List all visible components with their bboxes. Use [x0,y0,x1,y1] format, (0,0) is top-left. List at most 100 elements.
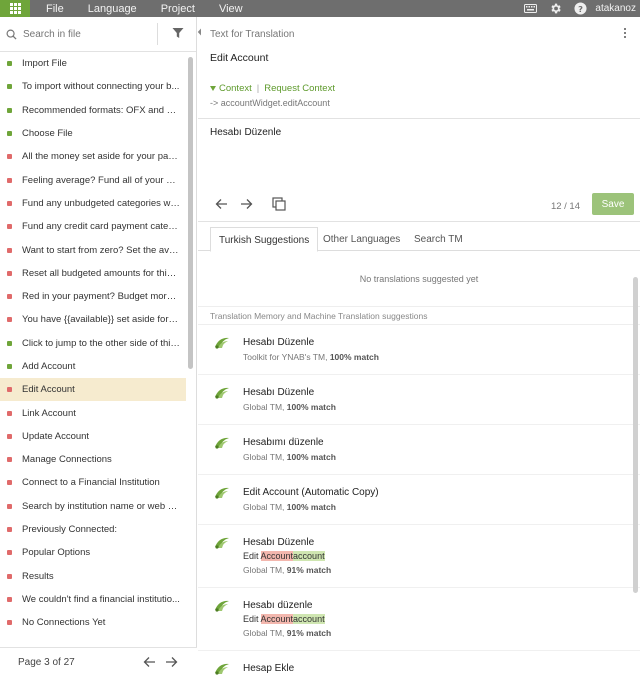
prev-page-icon[interactable] [143,656,156,668]
diff-common: Edit [243,551,261,561]
string-list-item-label: Manage Connections [22,454,112,466]
untranslated-status-icon [7,387,12,393]
string-list-item[interactable]: Want to start from zero? Set the avail..… [0,238,186,261]
string-list-item[interactable]: Previously Connected: [0,518,186,541]
suggestion-text: Hesabı Düzenle [243,537,315,548]
string-list-item[interactable]: Reset all budgeted amounts for this ... [0,262,186,285]
string-list-item-label: Click to jump to the other side of this.… [22,337,180,349]
string-list-item[interactable]: Fund any credit card payment catego... [0,215,186,238]
suggestion-source: Global TM, [243,452,285,462]
help-icon[interactable]: ? [574,2,587,15]
menu-view[interactable]: View [219,3,243,15]
suggestion-meta: Global TM, 100% match [243,448,640,474]
tab-other-languages[interactable]: Other Languages [315,227,408,252]
tm-suggestion[interactable]: Hesabımı düzenle Global TM, 100% match [198,425,640,475]
source-text: Edit Account [210,52,269,64]
strings-scrollbar[interactable] [188,57,193,369]
string-list-item[interactable]: Choose File [0,122,186,145]
string-list-item[interactable]: Feeling average? Fund all of your cat... [0,168,186,191]
string-list-item[interactable]: All the money set aside for your pay... [0,145,186,168]
string-list-item[interactable]: Fund any unbudgeted categories wit... [0,192,186,215]
username[interactable]: atakanoz [595,3,636,14]
request-context-link[interactable]: Request Context [264,83,335,94]
caret-down-icon[interactable] [210,85,216,91]
next-page-icon[interactable] [165,656,178,668]
suggestions-scrollbar[interactable] [633,277,638,593]
string-list-item[interactable]: To import without connecting your b... [0,75,186,98]
suggestion-text: Hesabı Düzenle [243,337,315,348]
previous-string-icon[interactable] [215,198,228,210]
string-list-item[interactable]: Connect your financial institution to... [0,634,186,642]
string-list-item[interactable]: Import File [0,52,186,75]
string-list-item[interactable]: Manage Connections [0,448,186,471]
string-list-item[interactable]: Link Account [0,401,186,424]
translated-status-icon [7,364,12,369]
next-string-icon[interactable] [240,198,253,210]
string-list-item[interactable]: Results [0,565,186,588]
string-list-item-label: Connect to a Financial Institution [22,477,160,489]
menu-language[interactable]: Language [88,3,137,15]
translated-status-icon [7,84,12,90]
string-list-item-label: No Connections Yet [22,617,106,629]
tm-suggestion[interactable]: Hesabı Düzenle Global TM, 100% match [198,375,640,425]
tm-suggestion[interactable]: Hesabı düzenle Edit Accountaccount Global … [198,588,640,651]
menu-bar: File Language Project View [46,3,267,15]
string-list-item-label: Link Account [22,407,76,419]
translation-editor[interactable]: Hesabı Düzenle [198,118,640,186]
string-list-item[interactable]: No Connections Yet [0,611,186,634]
filter-icon[interactable] [172,27,184,39]
translated-status-icon [7,107,12,113]
string-key: -> accountWidget.editAccount [210,98,330,108]
gear-icon[interactable] [549,2,562,15]
menu-project[interactable]: Project [161,3,195,15]
grid-icon[interactable] [0,0,30,17]
suggestion-source: Toolkit for YNAB's TM, [243,352,328,362]
string-list-item[interactable]: Recommended formats: OFX and QF... [0,99,186,122]
string-list-item[interactable]: Update Account [0,425,186,448]
tm-suggestion[interactable]: Hesabı Düzenle Edit Accountaccount Global … [198,525,640,588]
string-list-item-label: Connect your financial institution to... [22,641,180,642]
untranslated-status-icon [7,154,12,160]
tab-search-tm[interactable]: Search TM [406,227,471,252]
context-toggle[interactable]: Context [219,83,252,94]
suggestion-diff: Edit Accountaccount [243,611,640,624]
search-bar [0,17,196,52]
tab-turkish-suggestions[interactable]: Turkish Suggestions [210,227,319,252]
diff-added: account [293,551,325,561]
string-list-item[interactable]: Popular Options [0,541,186,564]
string-list-item[interactable]: Click to jump to the other side of this.… [0,332,186,355]
untranslated-status-icon [7,527,12,533]
divider [157,23,158,45]
menu-file[interactable]: File [46,3,64,15]
suggestion-match: 100% match [286,402,336,412]
string-list-item[interactable]: Search by institution name or web a... [0,495,186,518]
tm-suggestion[interactable]: Hesap EkleEditAdd Account [198,651,640,677]
suggestion-meta: Global TM, 100% match [243,398,640,424]
untranslated-status-icon [7,177,12,183]
string-list-item[interactable]: Connect to a Financial Institution [0,471,186,494]
untranslated-status-icon [7,433,12,439]
save-button[interactable]: Save [592,193,634,215]
string-list-item[interactable]: Edit Account [0,378,186,402]
string-list-item-label: You have {{available}} set aside for p..… [22,314,180,326]
tm-suggestion[interactable]: Edit Account (Automatic Copy) Global TM, … [198,475,640,525]
string-list-item-label: Choose File [22,128,73,140]
more-options-icon[interactable] [624,27,626,39]
untranslated-status-icon [7,200,12,206]
suggestion-match: 100% match [329,352,379,362]
svg-text:?: ? [578,4,583,14]
string-list-item[interactable]: Red in your payment? Budget more (... [0,285,186,308]
untranslated-status-icon [7,224,12,230]
strings-list: Import File To import without connecting … [0,52,186,642]
string-list-item[interactable]: We couldn't find a financial institutio.… [0,588,186,611]
suggestion-source: Global TM, [243,502,285,512]
tm-suggestion[interactable]: Hesabı Düzenle Toolkit for YNAB's TM, 100… [198,325,640,375]
suggestion-text: Hesabımı düzenle [243,437,324,448]
translated-status-icon [7,131,12,137]
copy-source-icon[interactable] [272,197,286,211]
untranslated-status-icon [7,596,12,602]
keyboard-icon[interactable] [524,4,538,13]
string-list-item[interactable]: You have {{available}} set aside for p..… [0,308,186,331]
search-input[interactable] [23,28,143,40]
string-list-item[interactable]: Add Account [0,355,186,378]
